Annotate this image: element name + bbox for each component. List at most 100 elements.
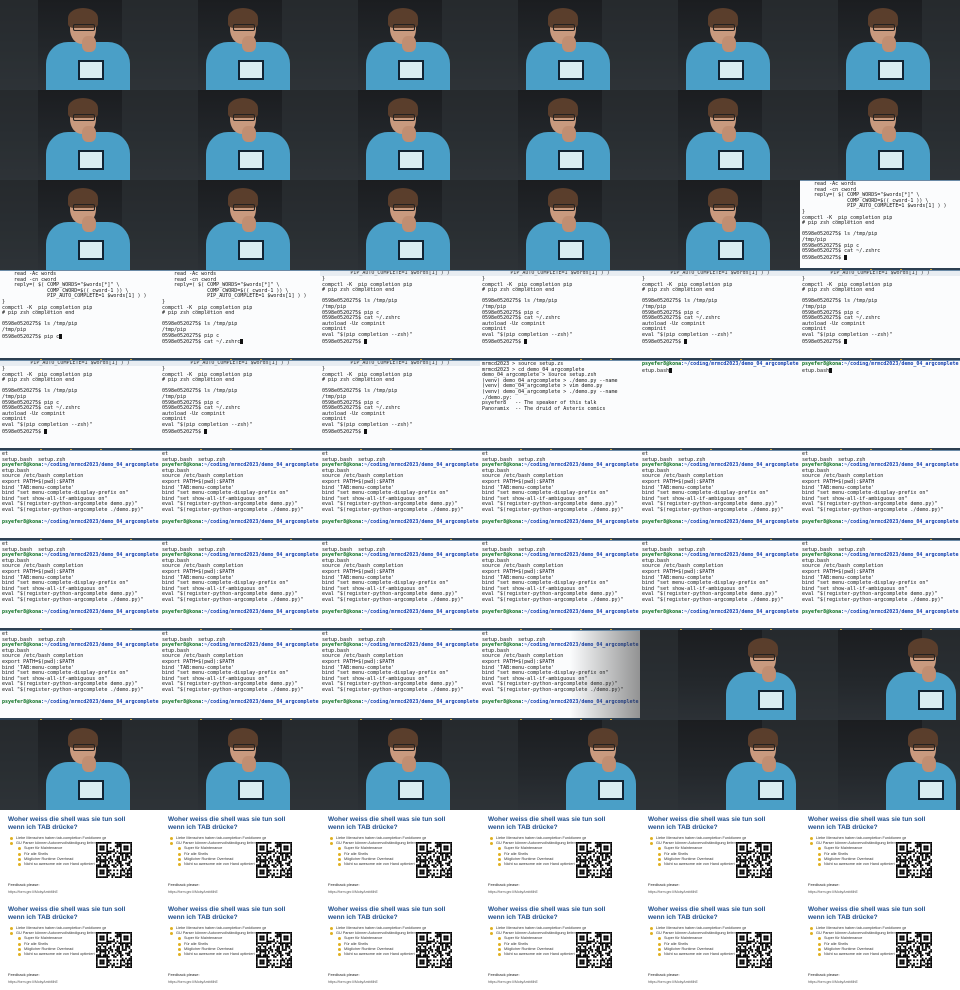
qr-code — [896, 932, 932, 968]
bullet-item: Nicht so awesome wie von Hand optimiert — [810, 952, 906, 957]
bullet-icon — [818, 852, 821, 856]
shirt-print — [558, 240, 584, 260]
prompt-path: :~/coding/mrmcd2023/demo_04_argcomplete — [521, 462, 639, 469]
speaker-hand — [882, 36, 896, 52]
terminal-output: read -Ac words read -cn cword reply=( $(… — [802, 181, 947, 261]
terminal-frame: et setup.bash setup.zsh psyefer8@kona:~/… — [800, 450, 960, 541]
terminal-frame: et setup.bash setup.zsh psyefer8@kona:~/… — [0, 450, 160, 541]
terminal-frame: psyefer8@kona:~/coding/mrmcd2023/demo_04… — [640, 360, 800, 451]
terminal-frame: PIP_AUTO_COMPLETE=1 $words[1] ) )} compc… — [320, 360, 480, 451]
speaker — [366, 8, 450, 90]
bullet-icon — [810, 837, 813, 840]
feedback-label: Feedback please: — [328, 882, 360, 887]
bullet-icon — [178, 852, 181, 856]
slide-frame: Woher weiss die shell was sie tun soll w… — [640, 810, 800, 900]
bullet-item: Nicht so awesome wie von Hand optimiert — [650, 862, 746, 867]
prompt-path: :~/coding/mrmcd2023/demo_04_argcomplete — [361, 462, 479, 469]
slide-title: Woher weiss die shell was sie tun soll w… — [8, 906, 126, 921]
speaker-hand — [82, 126, 96, 142]
feedback-label: Feedback please: — [168, 882, 200, 887]
speaker — [46, 8, 130, 90]
bullet-list: Liebe Menschen haben tab-completion Funk… — [10, 836, 106, 867]
background-wall — [640, 0, 678, 90]
speaker — [526, 98, 610, 180]
prompt-path: :~/coding/mrmcd2023/demo_04_argcomplete — [41, 462, 159, 469]
terminal-output: et setup.bash setup.zsh psyefer8@kona:~/… — [0, 541, 160, 617]
speaker-hand — [402, 36, 416, 52]
feedback-url: https://form.gnr.li/MobyAmbMhE — [328, 890, 378, 894]
bullet-icon — [338, 953, 341, 957]
slide-title: Woher weiss die shell was sie tun soll w… — [808, 816, 926, 831]
slide-title: Woher weiss die shell was sie tun soll w… — [488, 906, 606, 921]
terminal-frame: et setup.bash setup.zsh psyefer8@kona:~/… — [800, 540, 960, 631]
terminal-output: } compctl -K _pip_completion pip # pip z… — [322, 366, 413, 435]
bullet-list: Liebe Menschen haben tab-completion Funk… — [490, 836, 586, 867]
bullet-list: Liebe Menschen haben tab-completion Funk… — [170, 926, 266, 957]
bullet-icon — [498, 847, 501, 851]
prompt-path: :~/coding/mrmcd2023/demo_04_argcomplete — [41, 699, 159, 706]
bullet-icon — [498, 947, 501, 951]
glasses — [753, 744, 775, 751]
terminal-cursor — [364, 428, 368, 434]
bullet-icon — [658, 852, 661, 856]
speaker-hand — [562, 126, 576, 142]
terminal-output: et setup.bash setup.zsh psyefer8@kona:~/… — [480, 451, 640, 527]
shirt-print — [758, 780, 784, 800]
bullet-icon — [10, 837, 13, 840]
bullet-icon — [178, 947, 181, 951]
bullet-icon — [338, 847, 341, 851]
terminal-output: } compctl -K _pip_completion pip # pip z… — [162, 366, 253, 435]
speaker-hand — [82, 216, 96, 232]
bullet-icon — [338, 863, 341, 867]
terminal-frame: et setup.bash setup.zsh psyefer8@kona:~/… — [480, 540, 640, 631]
background-wall — [320, 90, 358, 180]
background-wall — [800, 90, 838, 180]
terminal-output: } compctl -K _pip_completion pip # pip z… — [2, 366, 93, 435]
shirt-print — [238, 240, 264, 260]
terminal-output: read -Ac words read -cn cword reply=( $(… — [162, 271, 307, 346]
bullet-icon — [170, 842, 173, 846]
speaker-hand — [82, 756, 96, 772]
terminal-frame: et setup.bash setup.zsh psyefer8@kona:~/… — [640, 540, 800, 631]
terminal-frame: read -Ac words read -cn cword reply=( $(… — [800, 180, 960, 271]
prompt-user: psyefer8@kona — [162, 552, 202, 559]
bullet-icon — [658, 847, 661, 851]
feedback-url: https://form.gnr.li/MobyAmbMhE — [808, 980, 858, 984]
slide-frame: Woher weiss die shell was sie tun soll w… — [480, 810, 640, 900]
speaker-hand — [402, 756, 416, 772]
shirt-print — [238, 150, 264, 170]
speaker-hand — [242, 756, 256, 772]
shirt-print — [78, 240, 104, 260]
slide-title: Woher weiss die shell was sie tun soll w… — [8, 816, 126, 831]
bullet-item: Nicht so awesome wie von Hand optimiert — [170, 952, 266, 957]
speaker-video-frame — [800, 0, 960, 90]
bullet-icon — [818, 937, 821, 941]
speaker-video-frame — [800, 630, 960, 720]
prompt-path: :~/coding/mrmcd2023/demo_04_argcomplete — [841, 552, 959, 559]
speaker — [686, 188, 770, 270]
prompt-user: psyefer8@kona — [642, 519, 682, 526]
background-wall — [0, 720, 38, 810]
slide-frame: Woher weiss die shell was sie tun soll w… — [160, 900, 320, 990]
speaker — [886, 638, 960, 720]
slide-frame: Woher weiss die shell was sie tun soll w… — [160, 810, 320, 900]
feedback-label: Feedback please: — [488, 972, 520, 977]
shirt-print — [398, 780, 424, 800]
bullet-icon — [650, 842, 653, 846]
shirt-print — [598, 780, 624, 800]
terminal-cursor — [844, 254, 848, 260]
qr-code — [96, 842, 132, 878]
glasses — [553, 24, 575, 31]
qr-code — [256, 842, 292, 878]
terminal-cursor — [364, 338, 368, 344]
slide-frame: Woher weiss die shell was sie tun soll w… — [320, 810, 480, 900]
terminal-output: et setup.bash setup.zsh psyefer8@kona:~/… — [640, 451, 800, 527]
prompt-path: :~/coding/mrmcd2023/demo_04_argcomplete — [201, 552, 319, 559]
bullet-icon — [818, 847, 821, 851]
speaker — [846, 98, 930, 180]
speaker-video-frame — [480, 720, 640, 810]
background-wall — [800, 720, 838, 810]
feedback-label: Feedback please: — [488, 882, 520, 887]
bullet-icon — [338, 937, 341, 941]
prompt-path: :~/coding/mrmcd2023/demo_04_argcomplete — [201, 699, 319, 706]
